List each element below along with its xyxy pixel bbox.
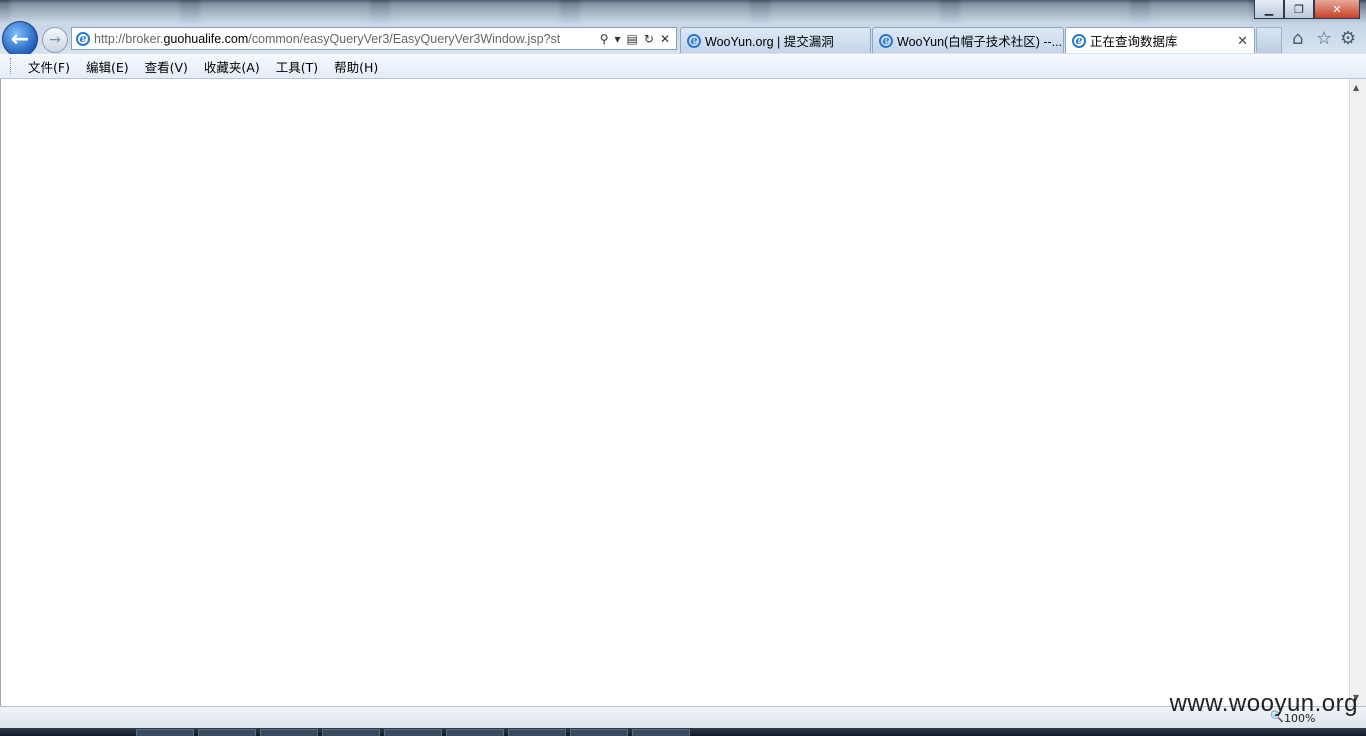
close-window-button[interactable]: ✕ [1314,0,1360,19]
forward-button[interactable]: → [42,27,68,53]
window-controls: ▁ ❐ ✕ [1254,0,1360,19]
page-content[interactable] [0,79,1349,706]
ie-tab-icon: e [879,33,893,48]
ie-page-icon: e [76,31,90,46]
home-icon[interactable]: ⌂ [1292,28,1303,49]
taskbar-button[interactable] [508,729,566,736]
back-button[interactable]: ← [2,21,38,57]
taskbar-button[interactable] [632,729,690,736]
url-suffix: /common/easyQueryVer3/EasyQueryVer3Windo… [248,31,561,46]
tab-wooyun-community[interactable]: e WooYun(白帽子技术社区) --... [872,27,1064,53]
menu-grip [10,58,14,74]
address-bar[interactable]: e http://broker.guohualife.com/common/ea… [71,27,677,50]
tab-label: WooYun.org | 提交漏洞 [705,35,834,49]
menu-view[interactable]: 查看(V) [137,57,196,76]
forward-arrow-icon: → [49,32,61,48]
url-prefix: http://broker. [94,31,164,46]
taskbar-button[interactable] [322,729,380,736]
status-bar [0,706,1366,729]
minimize-button[interactable]: ▁ [1254,0,1284,19]
tab-wooyun-submit[interactable]: e WooYun.org | 提交漏洞 [680,27,871,53]
maximize-button[interactable]: ❐ [1284,0,1314,19]
scroll-up-icon[interactable]: ▲ [1353,83,1359,92]
ie-tab-icon: e [687,33,701,48]
taskbar [0,728,1366,736]
menu-tools[interactable]: 工具(T) [268,57,326,76]
menu-help[interactable]: 帮助(H) [326,57,386,76]
menu-favorites[interactable]: 收藏夹(A) [196,57,268,76]
menu-bar: 文件(F) 编辑(E) 查看(V) 收藏夹(A) 工具(T) 帮助(H) [0,54,1366,79]
taskbar-button[interactable] [446,729,504,736]
blurred-background-windows [10,0,1250,24]
tab-querying-database[interactable]: e 正在查询数据库 ✕ [1065,27,1255,53]
tab-close-icon[interactable]: ✕ [1237,33,1248,49]
menu-file[interactable]: 文件(F) [20,57,78,76]
stop-icon[interactable]: ✕ [660,32,670,46]
new-tab-button[interactable] [1256,27,1282,53]
taskbar-button[interactable] [260,729,318,736]
back-arrow-icon: ← [10,26,30,52]
search-icon[interactable]: ⚲ [600,32,609,46]
tab-label: WooYun(白帽子技术社区) --... [897,35,1063,49]
taskbar-button[interactable] [136,729,194,736]
tab-label: 正在查询数据库 [1090,35,1178,49]
url-text[interactable]: http://broker.guohualife.com/common/easy… [94,32,600,46]
address-bar-icons: ⚲ ▾ ▤ ↻ ✕ [600,32,676,46]
dropdown-icon[interactable]: ▾ [615,32,621,46]
compat-icon[interactable]: ▤ [627,32,638,46]
watermark: www.wooyun.org [1169,690,1358,717]
taskbar-button[interactable] [384,729,442,736]
vertical-scrollbar[interactable]: ▲ ▼ [1349,79,1366,706]
settings-icon[interactable]: ⚙ [1340,28,1356,49]
favorites-icon[interactable]: ☆ [1316,28,1332,49]
url-host: guohualife.com [163,31,249,46]
menu-edit[interactable]: 编辑(E) [78,57,137,76]
taskbar-button[interactable] [570,729,628,736]
taskbar-button[interactable] [198,729,256,736]
ie-tab-icon: e [1072,33,1086,48]
refresh-icon[interactable]: ↻ [644,32,654,46]
